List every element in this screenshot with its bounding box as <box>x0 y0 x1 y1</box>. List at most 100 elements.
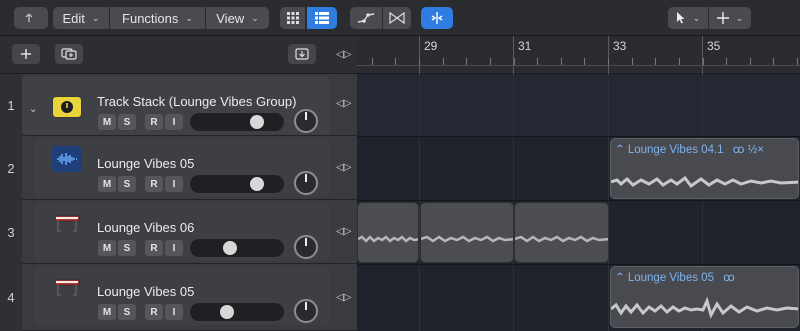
region-title: ⌃ Lounge Vibes 04.1 ꝏ ½× <box>615 142 764 156</box>
solo-button[interactable]: S <box>118 304 136 320</box>
functions-menu-label: Functions <box>122 10 179 26</box>
grid-view-button[interactable] <box>280 7 305 29</box>
snap-button[interactable] <box>421 7 453 29</box>
flex-bowtie-icon <box>389 12 405 24</box>
view-menu-button[interactable]: View ⌄ <box>206 7 269 29</box>
pan-knob[interactable] <box>294 299 318 323</box>
record-button[interactable]: R <box>145 176 163 192</box>
track-name[interactable]: Lounge Vibes 06 <box>97 220 194 235</box>
track-name[interactable]: Lounge Vibes 05 <box>97 284 194 299</box>
duplicate-icon <box>61 48 77 60</box>
track-header[interactable]: 4 Lounge Vibes 05 M S R I <box>0 264 357 331</box>
solo-button[interactable]: S <box>118 114 136 130</box>
waveform-icon <box>358 235 418 243</box>
ruler-tick <box>466 58 467 65</box>
back-button[interactable] <box>14 7 48 29</box>
ruler-tick <box>443 58 444 65</box>
add-track-button[interactable] <box>12 44 40 64</box>
edit-menu-button[interactable]: Edit ⌄ <box>53 7 109 29</box>
ruler-tick <box>561 58 562 65</box>
track-number: 3 <box>0 200 22 264</box>
audio-region-lounge-vibes-04-1[interactable]: ⌃ Lounge Vibes 04.1 ꝏ ½× <box>610 138 799 199</box>
input-monitor-button[interactable]: I <box>165 240 183 256</box>
input-monitor-button[interactable]: I <box>165 304 183 320</box>
ruler-tick <box>584 58 585 65</box>
volume-slider[interactable] <box>190 113 284 131</box>
ruler-tick <box>514 58 515 65</box>
mute-button[interactable]: M <box>98 176 116 192</box>
volume-slider[interactable] <box>190 303 284 321</box>
audio-region[interactable] <box>357 202 419 263</box>
audio-region[interactable] <box>514 202 609 263</box>
pointer-icon <box>676 12 685 24</box>
pan-knob[interactable] <box>294 235 318 259</box>
pan-knob[interactable] <box>294 171 318 195</box>
list-icon <box>315 12 329 24</box>
mute-button[interactable]: M <box>98 304 116 320</box>
record-button[interactable]: R <box>145 240 163 256</box>
bar-line <box>513 36 514 74</box>
volume-slider-knob[interactable] <box>250 115 264 129</box>
flex-button[interactable] <box>383 7 411 29</box>
bar-number: 29 <box>424 39 438 53</box>
catch-playhead-button[interactable] <box>288 44 316 64</box>
solo-button[interactable]: S <box>118 176 136 192</box>
audio-region[interactable] <box>420 202 514 263</box>
grid-icon <box>286 12 299 24</box>
waveform-track-icon <box>52 146 82 172</box>
pointer-tool-button[interactable]: ⌄ <box>668 7 708 29</box>
download-tray-icon <box>295 48 309 60</box>
mute-button[interactable]: M <box>98 240 116 256</box>
ruler-tick <box>490 58 491 65</box>
keyboard-track-icon <box>52 274 82 300</box>
chevron-down-icon: ⌄ <box>251 12 259 23</box>
waveform-icon <box>611 296 798 319</box>
snap-icon <box>431 12 443 24</box>
bar-number: 31 <box>518 39 532 53</box>
volume-slider-knob[interactable] <box>220 305 234 319</box>
grid-line <box>513 74 514 331</box>
zoom-arrows-icon[interactable]: ◁▷ <box>336 98 351 109</box>
audio-region-lounge-vibes-05[interactable]: ⌃ Lounge Vibes 05 ꝏ <box>610 266 799 328</box>
ruler-tick <box>726 58 727 65</box>
record-button[interactable]: R <box>145 304 163 320</box>
input-monitor-button[interactable]: I <box>165 114 183 130</box>
volume-slider-knob[interactable] <box>223 241 237 255</box>
list-view-button[interactable] <box>307 7 337 29</box>
track-name[interactable]: Lounge Vibes 05 <box>97 156 194 171</box>
pan-knob[interactable] <box>294 109 318 133</box>
lane-divider <box>357 200 800 201</box>
volume-slider-knob[interactable] <box>250 177 264 191</box>
zoom-arrows-icon[interactable]: ◁▷ <box>336 226 351 237</box>
input-monitor-button[interactable]: I <box>165 176 183 192</box>
power-icon <box>61 101 73 113</box>
zoom-arrows-icon[interactable]: ◁▷ <box>336 49 351 60</box>
back-arrow-icon <box>25 13 33 22</box>
record-button[interactable]: R <box>145 114 163 130</box>
functions-menu-button[interactable]: Functions ⌄ <box>110 7 205 29</box>
track-header[interactable]: 3 Lounge Vibes 06 M S R I <box>0 200 357 264</box>
ruler-baseline <box>357 65 800 66</box>
automation-button[interactable] <box>350 7 382 29</box>
secondary-tool-button[interactable]: ⌄ <box>709 7 751 29</box>
keyboard-stand-icon <box>54 279 80 296</box>
volume-slider[interactable] <box>190 239 284 257</box>
volume-slider[interactable] <box>190 175 284 193</box>
zoom-arrows-icon[interactable]: ◁▷ <box>336 162 351 173</box>
region-name: Lounge Vibes 05 <box>627 272 714 284</box>
track-header[interactable]: 2 Lounge Vibes 05 M S R I <box>0 136 357 200</box>
bar-number: 35 <box>707 39 721 53</box>
audio-waveform-icon <box>57 153 77 165</box>
zoom-arrows-icon[interactable]: ◁▷ <box>336 292 351 303</box>
duplicate-track-button[interactable] <box>55 44 83 64</box>
keyboard-stand-icon <box>54 215 80 232</box>
lane-divider <box>357 264 800 265</box>
track-name[interactable]: Track Stack (Lounge Vibes Group) <box>97 94 296 109</box>
timeline-ruler[interactable]: 29 31 33 35 <box>357 36 800 74</box>
ruler-tick <box>395 58 396 65</box>
disclosure-chevron-icon[interactable]: ⌄ <box>29 104 37 115</box>
solo-button[interactable]: S <box>118 240 136 256</box>
region-loop-icon: ⌃ <box>615 144 625 156</box>
track-header-stack[interactable]: 1 ⌄ Track Stack (Lounge Vibes Group) M S… <box>0 74 357 136</box>
mute-button[interactable]: M <box>98 114 116 130</box>
